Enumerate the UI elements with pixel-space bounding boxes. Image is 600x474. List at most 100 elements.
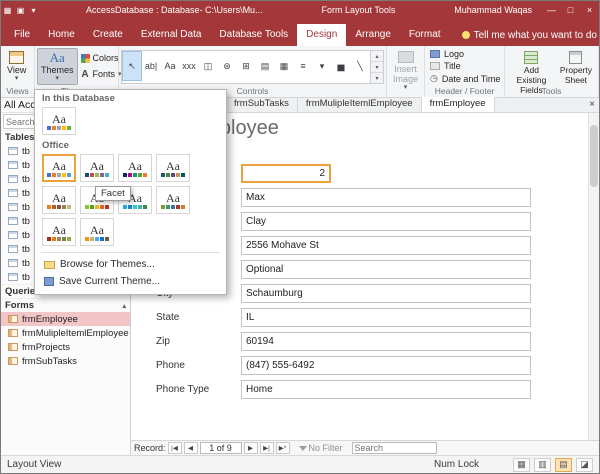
ribbon-tab-strip: FileHomeCreateExternal DataDatabase Tool… — [5, 24, 450, 46]
logo-button[interactable]: Logo — [427, 48, 467, 60]
theme-thumbnail[interactable]: Aa — [42, 218, 76, 246]
select-icon[interactable]: ↖ — [123, 52, 141, 80]
theme-thumbnail[interactable]: Aa — [80, 154, 114, 182]
field-value-row-2[interactable]: Max — [241, 188, 531, 207]
nav-group-forms[interactable]: Forms ▴ — [1, 298, 130, 312]
ribbon-tab-format[interactable]: Format — [400, 24, 450, 46]
line-icon[interactable]: ╲ — [351, 52, 369, 80]
color-chip — [133, 205, 137, 209]
user-name[interactable]: Muhammad Waqas — [454, 5, 532, 15]
color-chip — [100, 237, 104, 241]
title-button[interactable]: Title — [427, 60, 464, 72]
text-box-icon[interactable]: ab| — [142, 52, 160, 80]
layout-view-button[interactable]: ▤ — [555, 458, 572, 472]
theme-color-strip — [47, 126, 71, 130]
ribbon-tab-create[interactable]: Create — [84, 24, 132, 46]
chart-icon[interactable]: ▅ — [332, 52, 350, 80]
theme-thumbnail[interactable]: Aa — [80, 218, 114, 246]
first-record-button[interactable]: |◀ — [168, 442, 182, 454]
theme-color-strip — [47, 173, 71, 177]
web-browser-control-icon[interactable]: ⊞ — [237, 52, 255, 80]
field-value-phone-type[interactable]: Home — [241, 380, 531, 399]
save-icon[interactable]: ▣ — [14, 6, 27, 15]
ribbon-tab-design[interactable]: Design — [297, 24, 346, 46]
command-button-icon[interactable]: xxx — [180, 52, 198, 80]
gallery-more-icon[interactable]: ▾ — [371, 73, 383, 83]
vertical-scrollbar[interactable] — [588, 113, 599, 440]
nav-item-label: tb — [22, 146, 30, 157]
form-row-phone-type: Phone TypeHome — [131, 380, 585, 399]
gallery-up-icon[interactable]: ▴ — [371, 51, 383, 61]
color-chip — [105, 237, 109, 241]
theme-thumbnail[interactable]: Aa — [156, 186, 190, 214]
record-position[interactable]: 1 of 9 — [200, 442, 242, 454]
navigation-control-icon[interactable]: ▤ — [256, 52, 274, 80]
ribbon-tab-file[interactable]: File — [5, 24, 39, 46]
minimize-button[interactable]: — — [542, 1, 561, 19]
insert-image-button[interactable]: Insert Image ▾ — [389, 48, 422, 94]
theme-thumbnail[interactable]: Aa — [42, 186, 76, 214]
field-value-phone[interactable]: (847) 555-6492 — [241, 356, 531, 375]
ribbon-tab-database-tools[interactable]: Database Tools — [210, 24, 297, 46]
form-icon — [8, 315, 18, 323]
field-value-zip[interactable]: 60194 — [241, 332, 531, 351]
nav-item-frmprojects[interactable]: frmProjects — [1, 340, 130, 354]
property-sheet-icon — [569, 51, 582, 64]
hyperlink-icon[interactable]: ⊛ — [218, 52, 236, 80]
qat-customize-icon[interactable]: ▾ — [27, 6, 40, 15]
property-sheet-button[interactable]: Property Sheet — [556, 48, 596, 88]
close-button[interactable]: × — [580, 1, 599, 19]
theme-thumbnail[interactable]: Aa — [42, 154, 76, 182]
date-time-button[interactable]: ◷ Date and Time — [427, 73, 503, 85]
record-search-input[interactable] — [352, 442, 437, 454]
theme-thumbnail[interactable]: Aa — [42, 107, 76, 135]
themes-button[interactable]: Aa Themes ▾ — [37, 48, 78, 85]
save-theme-item[interactable]: Save Current Theme... — [35, 273, 226, 290]
nav-item-frmemployee[interactable]: frmEmployee — [1, 312, 130, 326]
field-value-row-5[interactable]: Optional — [241, 260, 531, 279]
theme-thumbnail[interactable]: Aa — [156, 154, 190, 182]
combo-box-icon[interactable]: ▾ — [313, 52, 331, 80]
field-value-row-3[interactable]: Clay — [241, 212, 531, 231]
field-value-row-1[interactable]: 2 — [241, 164, 331, 183]
page-break-icon[interactable]: ≡ — [294, 52, 312, 80]
document-tab-frmmulipleitemlemployee[interactable]: frmMulipleItemlEmployee — [298, 97, 422, 112]
design-view-button[interactable]: ◪ — [576, 458, 593, 472]
chevron-up-icon: ▴ — [122, 302, 126, 310]
label-icon[interactable]: Aa — [161, 52, 179, 80]
new-record-button[interactable]: ▶* — [276, 442, 290, 454]
color-chip — [143, 173, 147, 177]
maximize-button[interactable]: □ — [561, 1, 580, 19]
gallery-down-icon[interactable]: ▾ — [371, 61, 383, 73]
theme-sample-text: Aa — [90, 160, 104, 172]
document-tab-frmsubtasks[interactable]: frmSubTasks — [226, 97, 298, 112]
add-fields-icon — [524, 51, 538, 64]
view-button[interactable]: View ▾ — [3, 48, 30, 85]
nav-item-frmmulipleitemlemployee[interactable]: frmMulipleItemlEmployee — [1, 326, 130, 340]
document-tab-frmemployee[interactable]: frmEmployee — [422, 97, 495, 112]
last-record-button[interactable]: ▶| — [260, 442, 274, 454]
ribbon-tab-external-data[interactable]: External Data — [132, 24, 211, 46]
option-group-icon[interactable]: ▦ — [275, 52, 293, 80]
nav-group-tables-label: Tables — [5, 132, 34, 143]
themes-office-header: Office — [35, 137, 226, 152]
next-record-button[interactable]: ▶ — [244, 442, 258, 454]
previous-record-button[interactable]: ◀ — [184, 442, 198, 454]
datasheet-view-button[interactable]: ▥ — [534, 458, 551, 472]
themes-indb-grid: Aa — [35, 105, 226, 137]
field-value-row-4[interactable]: 2556 Mohave St — [241, 236, 531, 255]
field-value-city[interactable]: Schaumburg — [241, 284, 531, 303]
field-value-state[interactable]: IL — [241, 308, 531, 327]
nav-item-frmsubtasks[interactable]: frmSubTasks — [1, 354, 130, 368]
ribbon-tab-home[interactable]: Home — [39, 24, 84, 46]
theme-thumbnail[interactable]: Aa — [118, 154, 152, 182]
scrollbar-thumb[interactable] — [590, 125, 598, 187]
color-chip — [85, 205, 89, 209]
form-view-button[interactable]: ▦ — [513, 458, 530, 472]
browse-themes-item[interactable]: Browse for Themes... — [35, 256, 226, 273]
tab-control-icon[interactable]: ◫ — [199, 52, 217, 80]
filter-status[interactable]: No Filter — [309, 443, 343, 453]
ribbon-tab-arrange[interactable]: Arrange — [346, 24, 400, 46]
tell-me-box[interactable]: Tell me what you want to do — [462, 24, 597, 46]
close-document-icon[interactable]: × — [589, 99, 595, 110]
